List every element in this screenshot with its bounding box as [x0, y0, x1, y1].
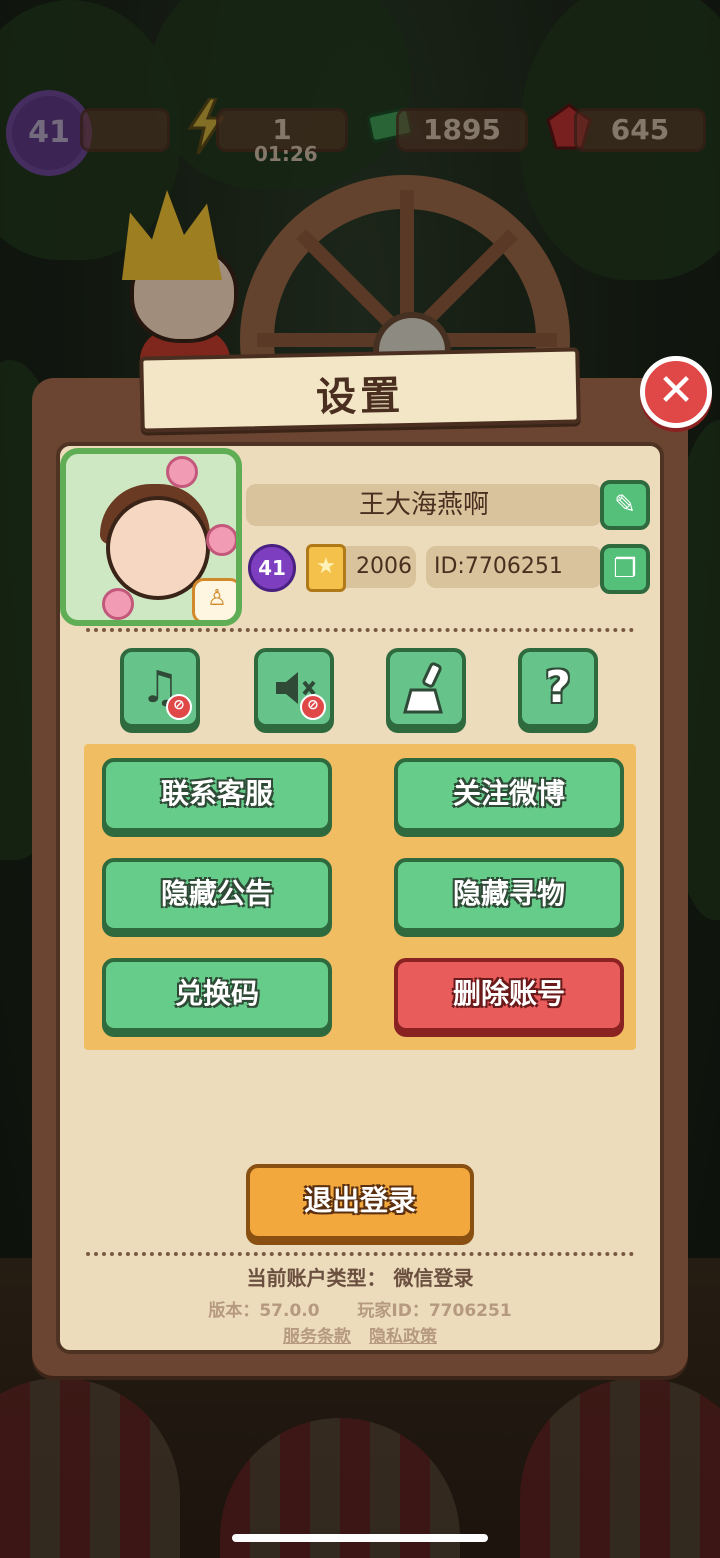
music-toggle-button[interactable]: ♫ ⊘ [120, 648, 200, 728]
nickname-field: 王大海燕啊 [246, 484, 602, 526]
copy-id-button[interactable]: ❐ [600, 544, 650, 594]
avatar-badge-icon: ♙ [192, 578, 236, 620]
help-button[interactable]: ? [518, 648, 598, 728]
follow-weibo-button[interactable]: 关注微博 [394, 758, 624, 832]
disabled-icon: ⊘ [166, 694, 192, 720]
version-line: 版本：57.0.0 玩家ID：7706251 [0, 1296, 720, 1321]
legal-links: 服务条款 隐私政策 [0, 1322, 720, 1347]
contact-service-button[interactable]: 联系客服 [102, 758, 332, 832]
sound-toggle-button[interactable]: ⊘ [254, 648, 334, 728]
privacy-link[interactable]: 隐私政策 [369, 1327, 437, 1347]
terms-link[interactable]: 服务条款 [283, 1327, 351, 1347]
home-indicator[interactable] [232, 1534, 488, 1542]
copy-icon: ❐ [613, 554, 637, 584]
divider [86, 1252, 634, 1256]
broom-clean-icon [403, 662, 443, 714]
disabled-icon: ⊘ [300, 694, 326, 720]
clear-cache-button[interactable] [386, 648, 466, 728]
pencil-icon: ✎ [614, 490, 636, 520]
profile-level-badge: 41 [248, 544, 296, 592]
avatar[interactable]: ♙ [60, 448, 242, 626]
delete-account-button[interactable]: 删除账号 [394, 958, 624, 1032]
logout-button[interactable]: 退出登录 [246, 1164, 474, 1240]
dialog-title: 设置 [315, 373, 405, 421]
star-clipboard-icon: ★ [306, 544, 346, 592]
close-x-icon: ✕ [657, 365, 695, 416]
version-label: 版本：57.0.0 [208, 1301, 320, 1321]
help-question-icon: ? [545, 662, 571, 713]
edit-name-button[interactable]: ✎ [600, 480, 650, 530]
player-id-field: ID:7706251 [426, 546, 602, 588]
title-banner: 设置 [139, 347, 581, 433]
player-id-label: 玩家ID：7706251 [357, 1301, 512, 1321]
redeem-code-button[interactable]: 兑换码 [102, 958, 332, 1032]
account-type-label: 当前账户类型： 微信登录 [246, 1266, 474, 1290]
hide-announcement-button[interactable]: 隐藏公告 [102, 858, 332, 932]
divider [86, 628, 634, 632]
close-button[interactable]: ✕ [640, 356, 712, 428]
hide-search-button[interactable]: 隐藏寻物 [394, 858, 624, 932]
